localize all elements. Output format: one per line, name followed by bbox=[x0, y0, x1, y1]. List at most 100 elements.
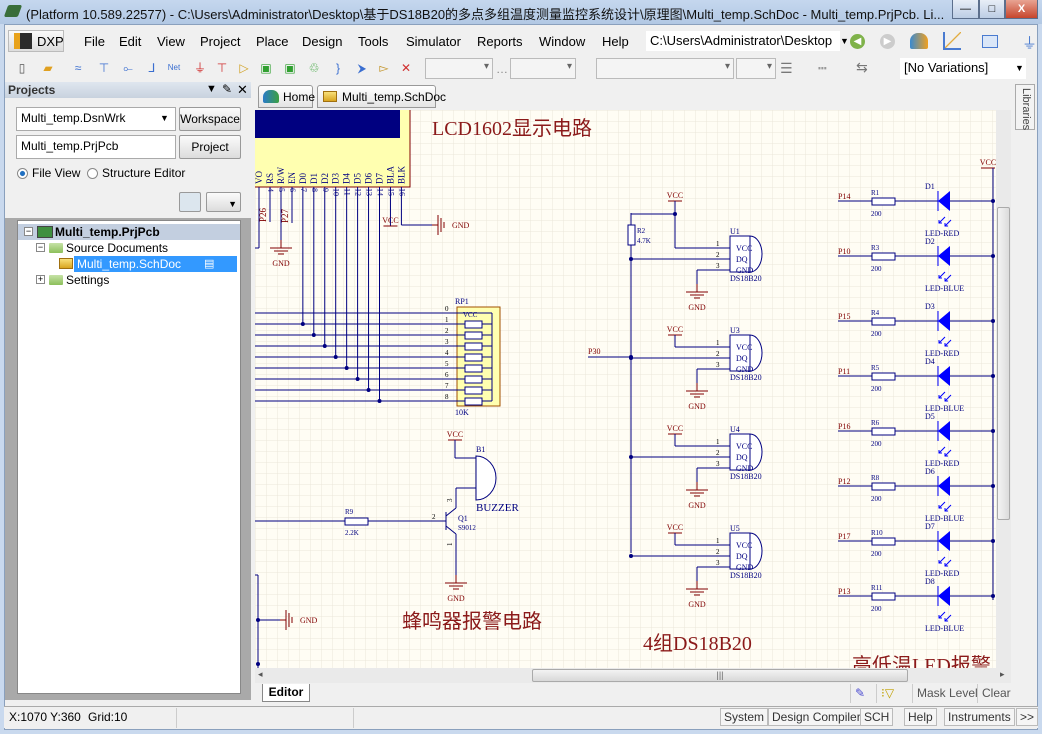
close-button[interactable]: X bbox=[1005, 0, 1038, 19]
tab-home[interactable]: Home bbox=[258, 85, 315, 108]
menu-tools[interactable]: Tools bbox=[358, 34, 388, 49]
ellipsis: … bbox=[496, 62, 508, 76]
toolbar-combo-2[interactable] bbox=[510, 58, 576, 79]
led-diode-ref: D7 bbox=[925, 522, 935, 531]
compile-icon[interactable] bbox=[179, 192, 201, 212]
menu-reports[interactable]: Reports bbox=[477, 34, 523, 49]
tab-schdoc[interactable]: Multi_temp.SchDoc bbox=[317, 85, 446, 108]
harness-connector-icon[interactable]: } bbox=[330, 60, 346, 76]
resistor bbox=[464, 331, 483, 340]
device-sheet-icon[interactable]: ♲ bbox=[306, 60, 322, 76]
path-combo[interactable]: C:\Users\Administrator\Desktop bbox=[646, 31, 840, 51]
path-dropdown-icon[interactable]: ▼ bbox=[840, 36, 849, 46]
maximize-button[interactable]: □ bbox=[979, 0, 1005, 19]
scroll-right-icon[interactable]: ▸ bbox=[1000, 669, 1005, 680]
mask-level-button[interactable]: Mask Level bbox=[912, 684, 982, 703]
tree-item-source-documents[interactable]: − Source Documents bbox=[18, 240, 240, 256]
status-button-system[interactable]: System bbox=[720, 708, 769, 726]
line-style-icon[interactable]: ┅ bbox=[818, 60, 826, 77]
panel-close-icon[interactable]: ✕ bbox=[237, 82, 248, 98]
bus-entry-icon[interactable]: ⊤ bbox=[96, 60, 112, 76]
net-label-icon[interactable]: Net bbox=[166, 60, 182, 76]
tree-item-schdoc[interactable]: Multi_temp.SchDoc ▤ bbox=[59, 256, 237, 272]
collapse-icon[interactable]: − bbox=[24, 227, 33, 236]
swap-icon[interactable]: ⇆ bbox=[856, 59, 868, 76]
line-width-icon[interactable]: ☰ bbox=[780, 60, 793, 77]
toolbar-combo-3[interactable] bbox=[596, 58, 734, 79]
clear-button[interactable]: Clear bbox=[977, 684, 1015, 703]
led-resistor-ref: R5 bbox=[871, 364, 880, 372]
menu-place[interactable]: Place bbox=[256, 34, 289, 49]
menu-edit[interactable]: Edit bbox=[119, 34, 141, 49]
new-file-icon[interactable]: ▯ bbox=[14, 60, 30, 76]
led-diode-ref: D2 bbox=[925, 237, 935, 246]
vertical-scroll-thumb[interactable] bbox=[997, 207, 1010, 520]
power-port-icon[interactable]: ⏚ bbox=[1022, 32, 1037, 53]
led-type: LED-BLUE bbox=[925, 284, 964, 293]
schematic-canvas[interactable]: LCD1602显示电路蜂鸣器报警电路 4组DS18B20 高低温LED报警 VORS 4… bbox=[255, 110, 996, 668]
tree-item-settings[interactable]: + Settings bbox=[18, 272, 240, 288]
off-sheet-connector-icon[interactable]: ▻ bbox=[376, 60, 392, 76]
sensor-pin-number: 1 bbox=[716, 339, 720, 347]
workspace-select[interactable]: Multi_temp.DsnWrk bbox=[16, 107, 176, 131]
scroll-left-icon[interactable]: ◂ bbox=[258, 669, 263, 680]
menu-project[interactable]: Project bbox=[200, 34, 240, 49]
status-button-instruments[interactable]: Instruments bbox=[944, 708, 1015, 726]
variations-dropdown-icon[interactable]: ▼ bbox=[1015, 63, 1024, 73]
project-field[interactable]: Multi_temp.PrjPcb bbox=[16, 135, 176, 159]
no-erc-icon[interactable]: ✕ bbox=[398, 60, 414, 76]
project-button[interactable]: Project bbox=[179, 135, 241, 159]
filter-icon[interactable]: ⁝▽ bbox=[876, 684, 898, 703]
collapse-icon[interactable]: − bbox=[36, 243, 45, 252]
status-button-help[interactable]: Help bbox=[904, 708, 937, 726]
workspace-dropdown-icon[interactable]: ▼ bbox=[160, 113, 169, 123]
variations-combo[interactable]: [No Variations] bbox=[900, 58, 1026, 79]
back-icon[interactable]: ◀ bbox=[850, 34, 865, 49]
gnd-port-icon[interactable]: ⏚ bbox=[192, 60, 208, 76]
status-button-more[interactable]: >> bbox=[1016, 708, 1039, 726]
align-icon[interactable] bbox=[982, 35, 998, 48]
file-view-radio[interactable] bbox=[17, 168, 28, 179]
minimize-button[interactable]: — bbox=[952, 0, 979, 19]
pin-icon[interactable]: ✎ bbox=[222, 82, 232, 96]
menu-design[interactable]: Design bbox=[302, 34, 342, 49]
status-button-design-compiler[interactable]: Design Compiler bbox=[768, 708, 865, 726]
forward-icon[interactable]: ▶ bbox=[880, 34, 895, 49]
toolbar-combo-4[interactable] bbox=[736, 58, 776, 79]
pencil-icon[interactable]: ✎ bbox=[850, 684, 869, 703]
structure-editor-radio[interactable] bbox=[87, 168, 98, 179]
signal-harness-icon[interactable]: ⅃ bbox=[144, 60, 160, 76]
port-icon[interactable]: ⮞ bbox=[354, 60, 370, 76]
libraries-tab[interactable]: Libraries bbox=[1015, 84, 1035, 130]
home-nav-icon[interactable] bbox=[910, 33, 928, 49]
sensor-pin-number: 3 bbox=[716, 361, 720, 369]
toolbar-combo-1[interactable] bbox=[425, 58, 493, 79]
gnd-label: GND bbox=[688, 402, 706, 411]
menu-simulator[interactable]: Simulator bbox=[406, 34, 461, 49]
menu-help[interactable]: Help bbox=[602, 34, 629, 49]
horizontal-scroll-thumb[interactable]: ||| bbox=[532, 669, 908, 682]
bus-icon[interactable]: ≈ bbox=[70, 60, 86, 76]
sheet-symbol-icon[interactable]: ▣ bbox=[258, 60, 274, 76]
lcd-pin-name: RS bbox=[265, 173, 275, 184]
open-folder-icon[interactable]: ▰ bbox=[40, 60, 56, 76]
vcc-label: VCC bbox=[667, 523, 683, 532]
menu-window[interactable]: Window bbox=[539, 34, 585, 49]
vcc-port-icon[interactable]: ⊤ bbox=[214, 60, 230, 76]
led-resistor-value: 200 bbox=[871, 330, 882, 338]
menu-file[interactable]: File bbox=[84, 34, 105, 49]
part-icon[interactable]: ▷ bbox=[236, 60, 252, 76]
menu-view[interactable]: View bbox=[157, 34, 185, 49]
status-button-sch[interactable]: SCH bbox=[860, 708, 894, 726]
tree-item-project[interactable]: − Multi_temp.PrjPcb bbox=[18, 224, 240, 240]
editor-tab[interactable]: Editor bbox=[262, 684, 310, 702]
lcd-pin-name: D4 bbox=[342, 173, 352, 184]
sheet-entry-icon[interactable]: ▣ bbox=[282, 60, 298, 76]
junction-dot bbox=[991, 539, 995, 543]
workspace-button[interactable]: Workspace bbox=[179, 107, 241, 131]
expand-icon[interactable]: + bbox=[36, 275, 45, 284]
measure-icon[interactable] bbox=[943, 32, 961, 50]
wire-icon[interactable]: ⟜ bbox=[120, 60, 136, 76]
project-options-icon[interactable]: ▼ bbox=[206, 192, 241, 212]
panel-menu-icon[interactable]: ▼ bbox=[206, 83, 217, 95]
